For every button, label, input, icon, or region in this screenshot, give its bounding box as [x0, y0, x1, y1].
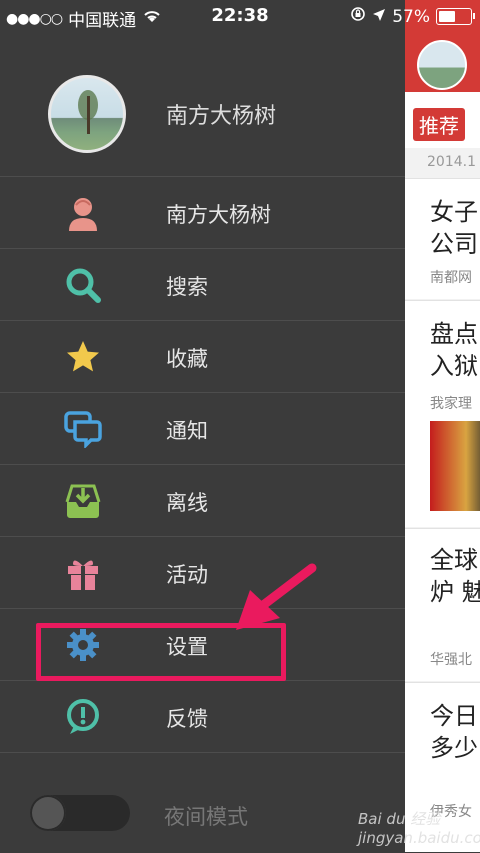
menu-label: 通知 — [166, 419, 208, 443]
news-title: 多少 — [430, 734, 478, 762]
battery-icon — [436, 8, 475, 25]
rotation-lock-icon — [350, 6, 366, 27]
news-source: 我家理 — [430, 396, 472, 412]
news-feed-panel[interactable]: 推荐 2014.1 女子 公司 南都网 盘点 入狱 我家理 全球 炉 魅 华强北… — [405, 0, 480, 852]
news-title: 炉 魅 — [430, 578, 480, 606]
menu-item-activities[interactable]: 活动 — [0, 536, 405, 608]
watermark: Bai du 经验 jingyan.baidu.com — [358, 810, 480, 847]
tab-recommended[interactable]: 推荐 — [413, 108, 465, 141]
news-card[interactable]: 女子 公司 南都网 — [405, 178, 480, 299]
download-tray-icon — [64, 482, 102, 520]
menu-label: 反馈 — [166, 707, 208, 731]
news-card[interactable]: 全球 炉 魅 华强北 — [405, 528, 480, 681]
menu-label: 南方大杨树 — [166, 203, 271, 227]
menu-item-search[interactable]: 搜索 — [0, 248, 405, 320]
menu-item-offline[interactable]: 离线 — [0, 464, 405, 536]
news-title: 全球 — [430, 546, 478, 574]
settings-highlight-box — [36, 623, 286, 681]
feed-tabs: 推荐 — [405, 92, 480, 148]
profile-header[interactable]: 南方大杨树 — [0, 60, 405, 176]
news-title: 公司 — [430, 230, 478, 258]
feedback-icon — [64, 698, 102, 736]
star-icon — [64, 338, 102, 376]
news-card[interactable]: 盘点 入狱 我家理 — [405, 300, 480, 527]
menu-item-notifications[interactable]: 通知 — [0, 392, 405, 464]
news-title: 今日 — [430, 702, 478, 730]
gift-icon — [64, 554, 102, 592]
avatar[interactable] — [417, 40, 467, 90]
menu-label: 活动 — [166, 563, 208, 587]
toggle-knob[interactable] — [30, 795, 66, 831]
news-title: 盘点 — [430, 320, 478, 348]
news-thumbnail — [430, 421, 480, 511]
profile-name: 南方大杨树 — [166, 104, 277, 129]
news-title: 入狱 — [430, 352, 478, 380]
status-bar: ●●●○○ 中国联通 22:38 57% — [0, 0, 480, 32]
night-mode-label: 夜间模式 — [164, 805, 248, 829]
news-title: 女子 — [430, 198, 478, 226]
feed-date: 2014.1 — [427, 154, 476, 170]
menu-item-favorites[interactable]: 收藏 — [0, 320, 405, 392]
chat-bubbles-icon — [64, 410, 102, 450]
side-drawer: 南方大杨树 南方大杨树 搜索 收藏 通知 离线 活动 设置 反馈 夜间模式 — [0, 0, 405, 852]
user-icon — [64, 194, 102, 232]
menu-label: 离线 — [166, 491, 208, 515]
menu-label: 收藏 — [166, 347, 208, 371]
location-arrow-icon — [372, 7, 386, 27]
menu-item-profile[interactable]: 南方大杨树 — [0, 176, 405, 248]
news-source: 华强北 — [430, 652, 472, 668]
night-mode-toggle[interactable] — [30, 795, 130, 831]
battery-percent: 57% — [392, 6, 430, 27]
search-icon — [64, 266, 102, 304]
menu-label: 搜索 — [166, 275, 208, 299]
news-source: 南都网 — [430, 270, 472, 286]
avatar[interactable] — [48, 75, 126, 153]
night-mode-row: 夜间模式 — [0, 752, 405, 853]
menu-item-feedback[interactable]: 反馈 — [0, 680, 405, 752]
